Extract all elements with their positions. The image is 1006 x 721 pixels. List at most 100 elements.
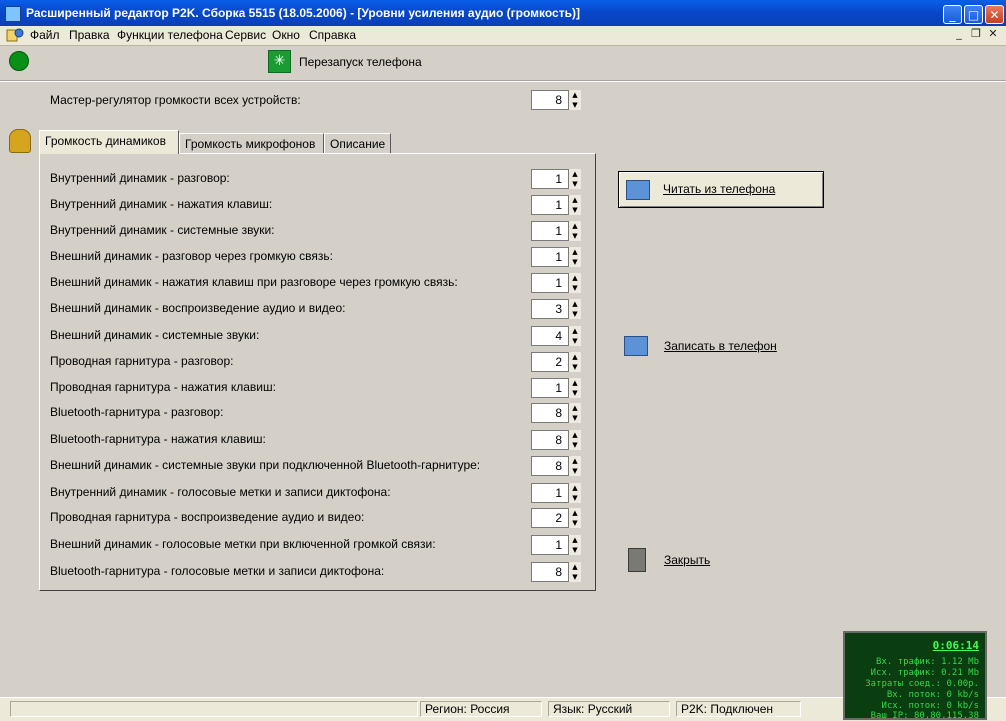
setting-volume-spinner[interactable]: 1 ▲ ▼ [531, 483, 581, 503]
setting-label: Внешний динамик - системные звуки: [50, 328, 260, 342]
spinner-down-icon[interactable]: ▼ [569, 413, 581, 423]
setting-volume-spinner[interactable]: 2 ▲ ▼ [531, 352, 581, 372]
setting-volume-spinner[interactable]: 4 ▲ ▼ [531, 326, 581, 346]
document-icon[interactable] [6, 27, 24, 43]
spinner-up-icon[interactable]: ▲ [569, 352, 581, 362]
spinner-up-icon[interactable]: ▲ [569, 508, 581, 518]
spinner-down-icon[interactable]: ▼ [569, 179, 581, 189]
read-from-phone-button[interactable]: Читать из телефона [618, 171, 824, 208]
spinner-down-icon[interactable]: ▼ [569, 205, 581, 215]
spinner-value[interactable]: 8 [531, 403, 569, 423]
tab-speaker-volume[interactable]: Громкость динамиков [39, 130, 179, 154]
spinner-down-icon[interactable]: ▼ [569, 362, 581, 372]
spinner-up-icon[interactable]: ▲ [569, 403, 581, 413]
spinner-value[interactable]: 1 [531, 169, 569, 189]
spinner-down-icon[interactable]: ▼ [569, 231, 581, 241]
menu-help[interactable]: Справка [309, 28, 356, 42]
master-volume-spinner[interactable]: 8 ▲ ▼ [531, 90, 581, 110]
setting-volume-spinner[interactable]: 1 ▲ ▼ [531, 221, 581, 241]
spinner-down-icon[interactable]: ▼ [569, 309, 581, 319]
spinner-value[interactable]: 8 [531, 430, 569, 450]
setting-volume-spinner[interactable]: 8 ▲ ▼ [531, 456, 581, 476]
spinner-down-icon[interactable]: ▼ [569, 100, 581, 110]
spinner-up-icon[interactable]: ▲ [569, 456, 581, 466]
spinner-up-icon[interactable]: ▲ [569, 195, 581, 205]
setting-volume-spinner[interactable]: 2 ▲ ▼ [531, 508, 581, 528]
setting-volume-spinner[interactable]: 8 ▲ ▼ [531, 430, 581, 450]
spinner-value[interactable]: 1 [531, 247, 569, 267]
status-region: Регион: Россия [420, 701, 542, 717]
menu-edit[interactable]: Правка [69, 28, 110, 42]
menu-file[interactable]: Файл [30, 28, 60, 42]
door-icon [628, 548, 646, 572]
spinner-up-icon[interactable]: ▲ [569, 430, 581, 440]
mdi-minimize-button[interactable]: _ [952, 28, 966, 41]
setting-volume-spinner[interactable]: 1 ▲ ▼ [531, 195, 581, 215]
spinner-down-icon[interactable]: ▼ [569, 518, 581, 528]
write-to-phone-button[interactable]: Записать в телефон [624, 334, 824, 360]
setting-label: Внешний динамик - разговор через громкую… [50, 249, 333, 263]
spinner-up-icon[interactable]: ▲ [569, 562, 581, 572]
spinner-up-icon[interactable]: ▲ [569, 221, 581, 231]
setting-volume-spinner[interactable]: 1 ▲ ▼ [531, 378, 581, 398]
spinner-value[interactable]: 1 [531, 273, 569, 293]
spinner-up-icon[interactable]: ▲ [569, 299, 581, 309]
spinner-down-icon[interactable]: ▼ [569, 545, 581, 555]
mdi-close-button[interactable]: ✕ [986, 28, 1000, 41]
setting-volume-spinner[interactable]: 8 ▲ ▼ [531, 403, 581, 423]
spinner-up-icon[interactable]: ▲ [569, 169, 581, 179]
master-volume-label: Мастер-регулятор громкости всех устройст… [50, 93, 301, 107]
menu-window[interactable]: Окно [272, 28, 300, 42]
close-window-button[interactable]: ✕ [985, 5, 1004, 24]
spinner-down-icon[interactable]: ▼ [569, 572, 581, 582]
spinner-value[interactable]: 8 [531, 90, 569, 110]
setting-volume-spinner[interactable]: 1 ▲ ▼ [531, 535, 581, 555]
setting-label: Внутренний динамик - разговор: [50, 171, 230, 185]
spinner-down-icon[interactable]: ▼ [569, 440, 581, 450]
spinner-up-icon[interactable]: ▲ [569, 247, 581, 257]
spinner-value[interactable]: 3 [531, 299, 569, 319]
spinner-value[interactable]: 2 [531, 352, 569, 372]
spinner-value[interactable]: 4 [531, 326, 569, 346]
app-icon[interactable] [5, 6, 21, 22]
spinner-up-icon[interactable]: ▲ [569, 378, 581, 388]
spinner-down-icon[interactable]: ▼ [569, 388, 581, 398]
setting-volume-spinner[interactable]: 3 ▲ ▼ [531, 299, 581, 319]
maximize-button[interactable]: □ [964, 5, 983, 24]
spinner-down-icon[interactable]: ▼ [569, 466, 581, 476]
spinner-value[interactable]: 8 [531, 456, 569, 476]
setting-volume-spinner[interactable]: 8 ▲ ▼ [531, 562, 581, 582]
menu-service[interactable]: Сервис [225, 28, 266, 42]
spinner-down-icon[interactable]: ▼ [569, 257, 581, 267]
spinner-value[interactable]: 1 [531, 535, 569, 555]
spinner-up-icon[interactable]: ▲ [569, 535, 581, 545]
spinner-value[interactable]: 1 [531, 483, 569, 503]
window-title: Расширенный редактор P2K. Сборка 5515 (1… [26, 6, 580, 20]
setting-volume-spinner[interactable]: 1 ▲ ▼ [531, 169, 581, 189]
menu-bar: Файл Правка Функции телефона Сервис Окно… [0, 26, 1006, 46]
spinner-value[interactable]: 1 [531, 195, 569, 215]
spinner-down-icon[interactable]: ▼ [569, 336, 581, 346]
setting-label: Внутренний динамик - системные звуки: [50, 223, 275, 237]
spinner-value[interactable]: 1 [531, 378, 569, 398]
menu-phone-functions[interactable]: Функции телефона [117, 28, 223, 42]
mdi-restore-button[interactable]: ❐ [969, 28, 983, 41]
spinner-down-icon[interactable]: ▼ [569, 283, 581, 293]
spinner-up-icon[interactable]: ▲ [569, 273, 581, 283]
status-language: Язык: Русский [548, 701, 670, 717]
spinner-value[interactable]: 2 [531, 508, 569, 528]
spinner-up-icon[interactable]: ▲ [569, 326, 581, 336]
tab-microphone-volume[interactable]: Громкость микрофонов [179, 133, 324, 154]
spinner-value[interactable]: 1 [531, 221, 569, 241]
setting-label: Проводная гарнитура - разговор: [50, 354, 234, 368]
setting-volume-spinner[interactable]: 1 ▲ ▼ [531, 247, 581, 267]
spinner-down-icon[interactable]: ▼ [569, 493, 581, 503]
spinner-value[interactable]: 8 [531, 562, 569, 582]
setting-volume-spinner[interactable]: 1 ▲ ▼ [531, 273, 581, 293]
close-button[interactable]: Закрыть [626, 548, 826, 574]
session-timer: 0:06:14 [932, 639, 979, 652]
spinner-up-icon[interactable]: ▲ [569, 90, 581, 100]
minimize-button[interactable]: _ [943, 5, 962, 24]
tab-description[interactable]: Описание [324, 133, 391, 154]
spinner-up-icon[interactable]: ▲ [569, 483, 581, 493]
